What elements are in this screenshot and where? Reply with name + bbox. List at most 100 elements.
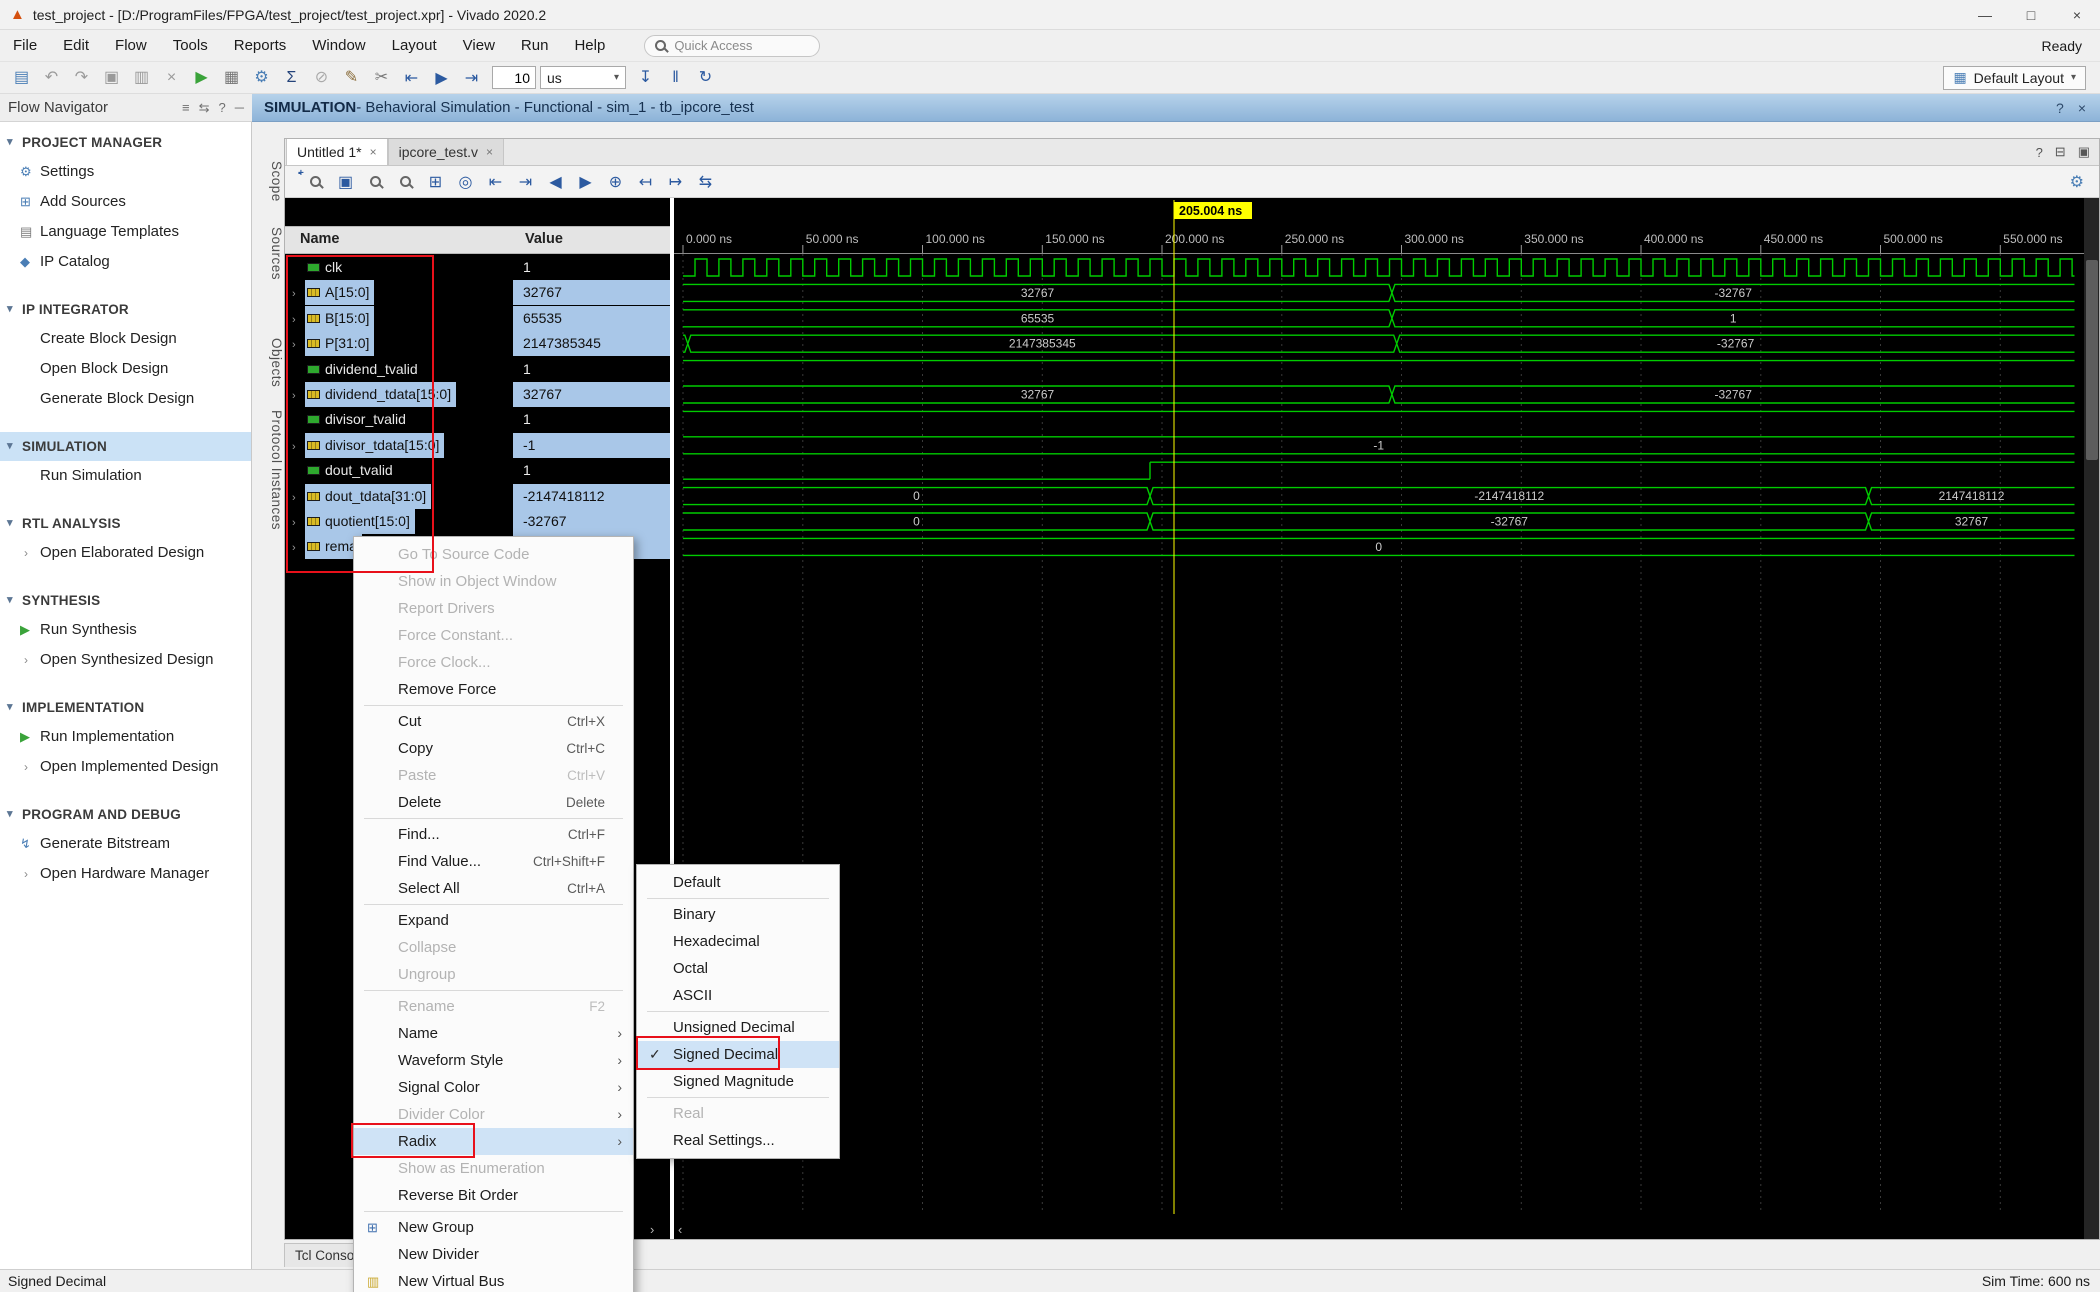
menu-item-delete[interactable]: DeleteDelete (354, 789, 633, 816)
menu-item-expand[interactable]: Expand (354, 907, 633, 934)
flow-item-open-block-design[interactable]: Open Block Design (0, 354, 251, 384)
menu-item-cut[interactable]: CutCtrl+X (354, 708, 633, 735)
menu-item-unsigned-decimal[interactable]: Unsigned Decimal (637, 1014, 839, 1041)
probe-icon[interactable]: ✂ (368, 64, 395, 90)
tab-untitled-1[interactable]: Untitled 1*× (286, 138, 388, 165)
signal-value-dividend-tdata-15-0[interactable]: 32767 (513, 382, 670, 407)
flow-nav-expand-icon[interactable]: ⇆ (199, 100, 210, 115)
signal-value-quotient-15-0[interactable]: -32767 (513, 509, 670, 534)
maximize-pane-icon[interactable]: ▣ (2078, 144, 2090, 160)
paste-icon[interactable]: ▥ (128, 64, 155, 90)
flow-item-add-sources[interactable]: ⊞Add Sources (0, 187, 251, 217)
signal-name-divisor-tvalid[interactable]: divisor_tvalid (284, 407, 513, 432)
menu-reports[interactable]: Reports (221, 37, 300, 54)
expand-arrow-icon[interactable]: › (292, 308, 305, 333)
menu-item-radix[interactable]: Radix› (354, 1128, 633, 1155)
previous-transition-icon[interactable]: ◀ (542, 169, 569, 195)
next-marker-icon[interactable]: ↦ (662, 169, 689, 195)
menu-item-default[interactable]: Default (637, 869, 839, 896)
signal-name-p-31-0[interactable]: ›P[31:0] (284, 331, 513, 356)
menu-help[interactable]: Help (561, 37, 618, 54)
find-icon[interactable] (302, 168, 329, 194)
signal-name-cell[interactable]: divisor_tdata[15:0] (305, 433, 444, 458)
signal-name-divisor-tdata-15-0[interactable]: ›divisor_tdata[15:0] (284, 433, 513, 458)
expand-arrow-icon[interactable]: › (292, 486, 305, 511)
menu-item-binary[interactable]: Binary (637, 901, 839, 928)
go-to-end-icon[interactable]: ⇥ (512, 169, 539, 195)
flow-section-simulation[interactable]: ▾SIMULATION (0, 432, 251, 461)
menu-item-select-all[interactable]: Select AllCtrl+A (354, 875, 633, 902)
previous-marker-icon[interactable]: ↤ (632, 169, 659, 195)
tab-close-icon[interactable]: × (486, 139, 493, 165)
flow-nav-minimize-icon[interactable]: ─ (235, 100, 244, 115)
zoom-fit-icon[interactable]: ⊞ (422, 169, 449, 195)
flow-item-generate-block-design[interactable]: Generate Block Design (0, 384, 251, 414)
menu-item-new-group[interactable]: New Group⊞ (354, 1214, 633, 1241)
collapse-icon[interactable]: ▾ (7, 509, 13, 538)
simulation-time-input[interactable] (492, 66, 536, 89)
open-icon[interactable]: ▤ (8, 64, 35, 90)
menu-item-find[interactable]: Find...Ctrl+F (354, 821, 633, 848)
flow-item-open-hardware-manager[interactable]: ›Open Hardware Manager (0, 859, 251, 889)
flow-section-program-and-debug[interactable]: ▾PROGRAM AND DEBUG (0, 800, 251, 829)
menu-item-real-settings[interactable]: Real Settings... (637, 1127, 839, 1154)
wave-settings-icon[interactable]: ⚙ (2070, 172, 2084, 192)
signal-name-cell[interactable]: dividend_tdata[15:0] (305, 382, 456, 407)
tab-ipcore-test-v[interactable]: ipcore_test.v× (388, 138, 504, 165)
zoom-out-icon[interactable]: - (392, 168, 419, 194)
signal-name-quotient-15-0[interactable]: ›quotient[15:0] (284, 509, 513, 534)
expand-arrow-icon[interactable]: › (24, 859, 28, 889)
banner-close-icon[interactable]: × (2078, 100, 2086, 116)
menu-item-ascii[interactable]: ASCII (637, 982, 839, 1009)
signal-value-b-15-0[interactable]: 65535 (513, 306, 670, 331)
flow-item-create-block-design[interactable]: Create Block Design (0, 324, 251, 354)
menu-view[interactable]: View (450, 37, 508, 54)
signal-name-cell[interactable]: P[31:0] (305, 331, 374, 356)
waveform-canvas[interactable]: 0.000 ns50.000 ns100.000 ns150.000 ns200… (674, 198, 2084, 1240)
menu-tools[interactable]: Tools (160, 37, 221, 54)
collapse-icon[interactable]: ▾ (7, 432, 13, 461)
signal-name-a-15-0[interactable]: ›A[15:0] (284, 280, 513, 305)
help-icon[interactable]: ? (2036, 145, 2043, 160)
signal-name-cell[interactable]: quotient[15:0] (305, 509, 415, 534)
signal-name-cell[interactable]: divisor_tvalid (305, 407, 411, 432)
maximize-icon[interactable]: □ (2008, 0, 2054, 30)
delete-icon[interactable]: × (158, 65, 185, 91)
signal-name-cell[interactable]: B[15:0] (305, 306, 374, 331)
dashboard-icon[interactable]: ▦ (218, 64, 245, 90)
hscroll-right-icon[interactable]: › (650, 1222, 654, 1237)
flow-section-ip-integrator[interactable]: ▾IP INTEGRATOR (0, 295, 251, 324)
next-transition-icon[interactable]: ▶ (572, 169, 599, 195)
collapse-icon[interactable]: ▾ (7, 693, 13, 722)
signal-name-dout-tdata-31-0[interactable]: ›dout_tdata[31:0] (284, 484, 513, 509)
scrollbar-thumb[interactable] (2086, 260, 2098, 460)
menu-window[interactable]: Window (299, 37, 378, 54)
flow-item-open-elaborated-design[interactable]: ›Open Elaborated Design (0, 538, 251, 568)
flow-section-synthesis[interactable]: ▾SYNTHESIS (0, 586, 251, 615)
side-tab-objects[interactable]: Objects (252, 330, 284, 396)
vertical-scrollbar[interactable] (2084, 198, 2100, 1240)
flow-section-implementation[interactable]: ▾IMPLEMENTATION (0, 693, 251, 722)
signal-name-b-15-0[interactable]: ›B[15:0] (284, 306, 513, 331)
signal-value-dout-tdata-31-0[interactable]: -2147418112 (513, 484, 670, 509)
expand-arrow-icon[interactable]: › (24, 752, 28, 782)
no-drc-icon[interactable]: ⊘ (308, 64, 335, 90)
flow-nav-help-icon[interactable]: ? (219, 100, 226, 115)
flow-section-project-manager[interactable]: ▾PROJECT MANAGER (0, 128, 251, 157)
flow-item-generate-bitstream[interactable]: ↯Generate Bitstream (0, 829, 251, 859)
menu-item-new-virtual-bus[interactable]: New Virtual Bus▥ (354, 1268, 633, 1292)
collapse-icon[interactable]: ▾ (7, 586, 13, 615)
signal-name-dividend-tdata-15-0[interactable]: ›dividend_tdata[15:0] (284, 382, 513, 407)
flow-item-ip-catalog[interactable]: ◆IP Catalog (0, 247, 251, 277)
signal-value-clk[interactable]: 1 (513, 255, 670, 280)
expand-arrow-icon[interactable]: › (24, 645, 28, 675)
go-to-start-icon[interactable]: ⇤ (482, 169, 509, 195)
signal-name-cell[interactable]: clk (305, 255, 347, 280)
side-tab-protocol-instances[interactable]: Protocol Instances (252, 400, 284, 540)
menu-flow[interactable]: Flow (102, 37, 160, 54)
expand-arrow-icon[interactable]: › (24, 538, 28, 568)
flow-item-run-simulation[interactable]: Run Simulation (0, 461, 251, 491)
menu-run[interactable]: Run (508, 37, 562, 54)
menu-item-remove-force[interactable]: Remove Force (354, 676, 633, 703)
flow-item-run-implementation[interactable]: ▶Run Implementation (0, 722, 251, 752)
